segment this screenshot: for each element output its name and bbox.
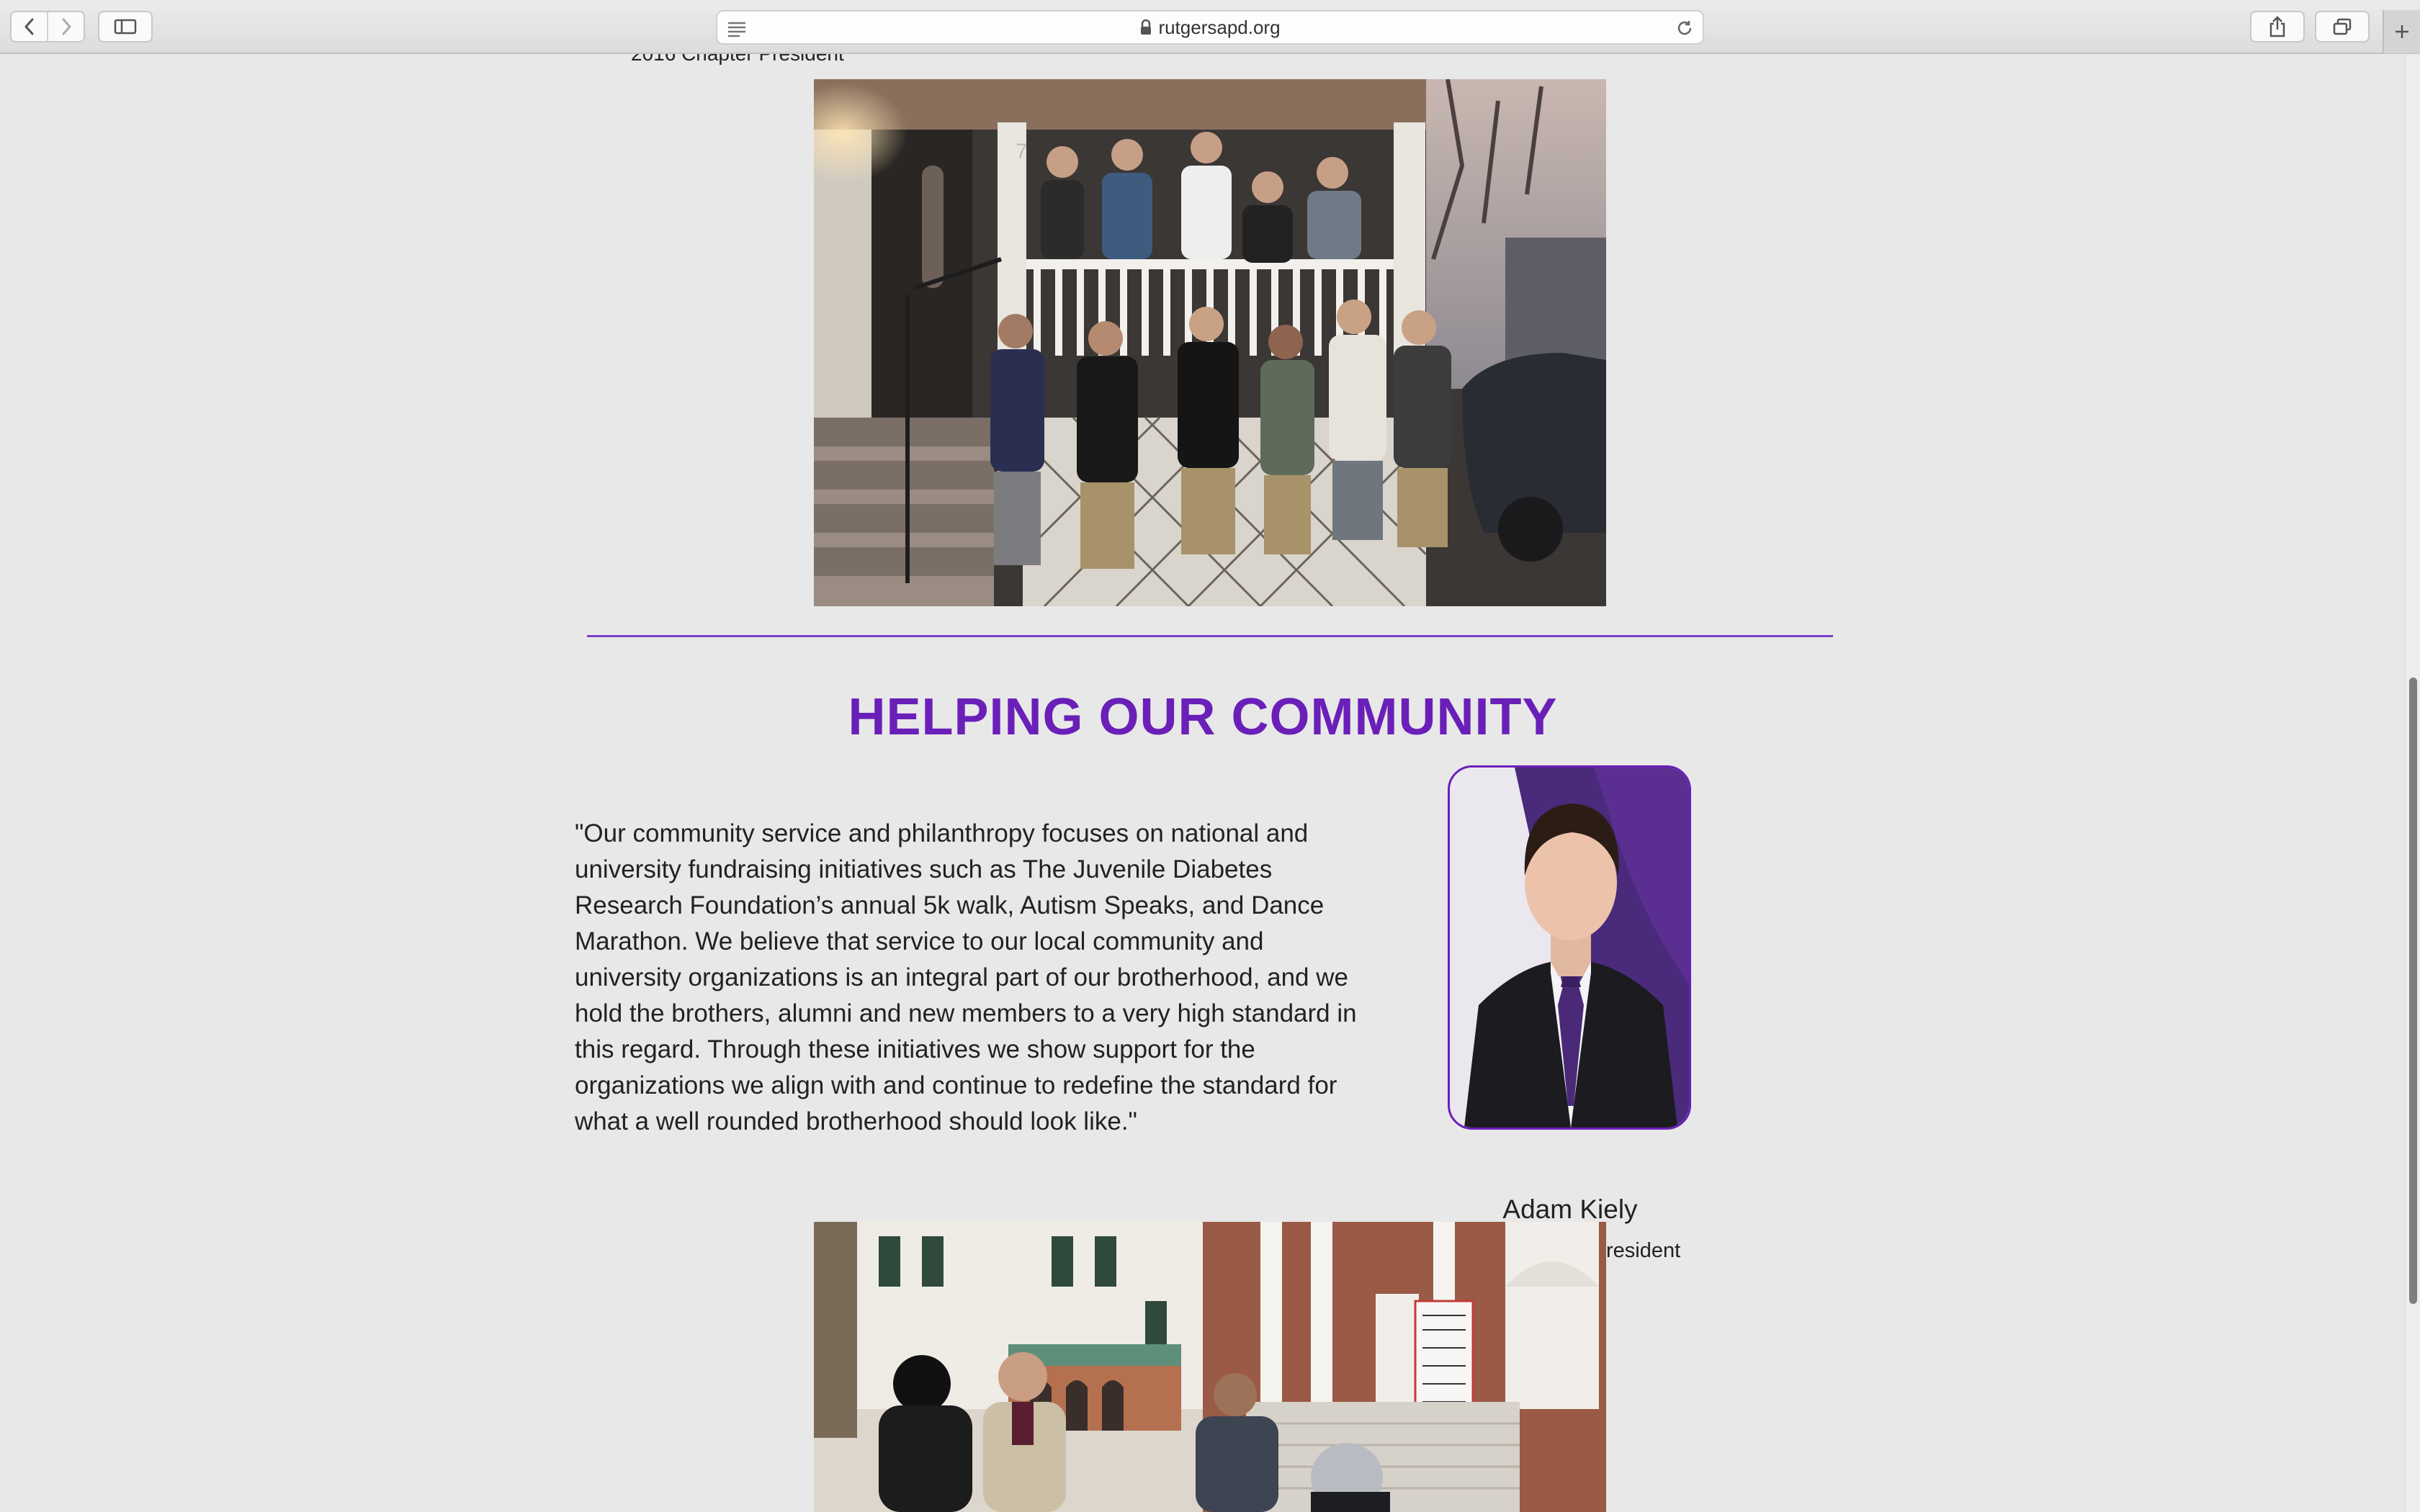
sidebar-icon [114,19,137,35]
page-content: 2016 Chapter President [0,54,2406,1512]
page-scrollbar[interactable] [2405,54,2420,1512]
address-bar[interactable]: rutgersapd.org [716,10,1704,45]
section-divider [587,635,1833,637]
tabs-overview-button[interactable] [2315,11,2370,42]
share-icon [2269,16,2285,37]
section-heading: HELPING OUR COMMUNITY [848,688,1558,746]
url-display: rutgersapd.org [717,12,1703,43]
sidebar-button[interactable] [98,11,153,42]
community-quote: "Our community service and philanthropy … [575,819,1357,1135]
porch-group-photo: 7 [814,79,1606,606]
previous-president-caption: 2016 Chapter President [631,54,844,66]
president-portrait [1448,765,1691,1130]
scrollbar-thumb[interactable] [2409,678,2417,1304]
back-button[interactable] [12,12,47,41]
reload-icon[interactable] [1675,19,1694,41]
share-button[interactable] [2250,11,2305,42]
forward-button[interactable] [47,12,84,41]
plus-icon [2396,25,2408,38]
tabs-icon [2333,18,2352,35]
navigation-buttons [10,11,85,42]
chevron-right-icon [62,18,71,35]
president-name: Adam Kiely [1502,1194,1638,1224]
chevron-left-icon [24,18,33,35]
svg-text:7: 7 [1016,140,1028,163]
community-service-photo [814,1222,1606,1512]
lock-icon [1139,19,1152,35]
new-tab-button[interactable] [2383,10,2420,53]
url-text: rutgersapd.org [1158,16,1281,38]
browser-toolbar: rutgersapd.org [0,0,2420,54]
